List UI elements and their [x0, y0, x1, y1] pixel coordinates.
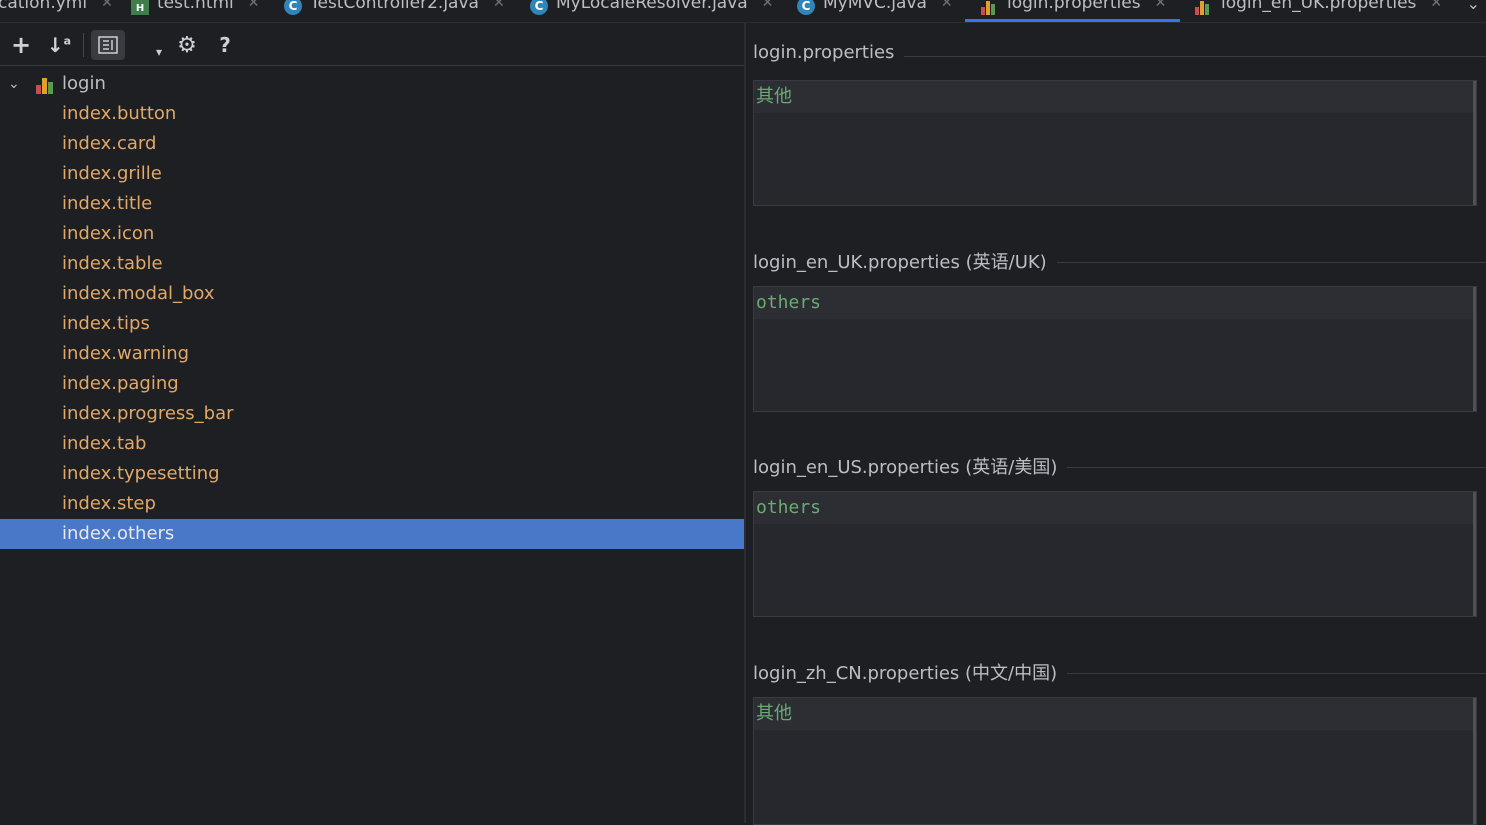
- tab-login-en-uk-properties[interactable]: login_en_UK.properties ✕: [1195, 0, 1442, 22]
- more-options-dropdown[interactable]: ▾: [146, 37, 172, 67]
- section-header: login.properties: [753, 42, 1486, 72]
- scrollbar[interactable]: [1473, 287, 1476, 411]
- section-header: login_en_UK.properties (英语/UK): [753, 248, 1486, 278]
- value-editor[interactable]: others: [753, 491, 1477, 617]
- close-icon[interactable]: ✕: [1155, 0, 1167, 10]
- properties-file-icon: [1195, 0, 1213, 15]
- close-icon[interactable]: ✕: [1430, 0, 1442, 10]
- value-editor[interactable]: 其他: [753, 80, 1477, 206]
- gear-icon: ⚙: [177, 32, 197, 58]
- chevron-down-icon[interactable]: ⌄: [8, 69, 20, 99]
- tree-key-item[interactable]: index.tab: [0, 429, 744, 459]
- add-key-button[interactable]: +: [8, 30, 34, 60]
- help-button[interactable]: ?: [212, 30, 238, 60]
- tab-test-html[interactable]: H test.html ✕: [131, 0, 260, 22]
- tree-key-item[interactable]: index.button: [0, 99, 744, 129]
- close-icon[interactable]: ✕: [248, 0, 260, 10]
- resource-bundle-keys-panel: + ↓a ▾ ⚙ ? ⌄ login index.button index.ca…: [0, 23, 744, 823]
- section-header: login_zh_CN.properties (中文/中国): [753, 659, 1486, 689]
- close-icon[interactable]: ✕: [762, 0, 774, 10]
- section-header: login_en_US.properties (英语/美国): [753, 453, 1486, 483]
- properties-file-icon: [981, 0, 999, 15]
- tree-key-item[interactable]: index.title: [0, 189, 744, 219]
- tree-key-item[interactable]: index.warning: [0, 339, 744, 369]
- scrollbar[interactable]: [1473, 698, 1476, 824]
- value-text[interactable]: 其他: [754, 698, 1476, 730]
- editor-tab-bar: cation.yml ✕ H test.html ✕ C TestControl…: [0, 0, 1486, 23]
- scrollbar[interactable]: [1473, 492, 1476, 616]
- tree-key-item[interactable]: index.typesetting: [0, 459, 744, 489]
- scrollbar[interactable]: [1473, 81, 1476, 205]
- keys-tree: ⌄ login index.button index.card index.gr…: [0, 69, 744, 549]
- tab-label: TestController2.java: [310, 0, 479, 13]
- group-by-prefix-toggle[interactable]: [91, 30, 125, 60]
- group-keys-icon: [98, 36, 118, 54]
- section-title: login_zh_CN.properties (中文/中国): [753, 659, 1068, 685]
- dropdown-arrow-icon: ▾: [155, 45, 163, 59]
- close-icon[interactable]: ✕: [101, 0, 113, 10]
- value-text[interactable]: 其他: [754, 81, 1476, 113]
- tree-root-login[interactable]: ⌄ login: [0, 69, 744, 99]
- tree-key-item[interactable]: index.progress_bar: [0, 399, 744, 429]
- tab-label: MyMVC.java: [823, 0, 927, 13]
- java-class-icon: C: [284, 0, 302, 15]
- tree-key-item-selected[interactable]: index.others: [0, 519, 744, 549]
- locale-section-en-us: login_en_US.properties (英语/美国) others: [753, 453, 1486, 617]
- java-class-icon: C: [797, 0, 815, 15]
- tree-key-item[interactable]: index.card: [0, 129, 744, 159]
- resource-bundle-icon: [36, 74, 53, 94]
- help-icon: ?: [219, 33, 231, 57]
- section-title: login_en_US.properties (英语/美国): [753, 453, 1068, 479]
- tree-key-item[interactable]: index.table: [0, 249, 744, 279]
- tree-key-item[interactable]: index.modal_box: [0, 279, 744, 309]
- tree-root-label: login: [62, 73, 106, 94]
- plus-icon: +: [10, 31, 32, 59]
- tab-label: login_en_UK.properties: [1221, 0, 1417, 13]
- tab-label: test.html: [157, 0, 234, 13]
- sort-alphabetically-icon: ↓a: [46, 33, 72, 57]
- value-editor[interactable]: 其他: [753, 697, 1477, 825]
- tree-key-item[interactable]: index.grille: [0, 159, 744, 189]
- chevron-down-icon[interactable]: ⌄: [1467, 0, 1480, 13]
- tree-key-item[interactable]: index.tips: [0, 309, 744, 339]
- locale-section-default: login.properties 其他: [753, 42, 1486, 206]
- tab-label: MyLocaleResolver.java: [556, 0, 748, 13]
- section-title: login.properties: [753, 42, 905, 63]
- tab-login-properties[interactable]: login.properties ✕: [965, 0, 1181, 22]
- tab-label: cation.yml: [0, 0, 88, 13]
- tree-key-item[interactable]: index.paging: [0, 369, 744, 399]
- tab-mylocaleresolver-java[interactable]: C MyLocaleResolver.java ✕: [530, 0, 773, 22]
- settings-button[interactable]: ⚙: [174, 30, 200, 60]
- value-text[interactable]: others: [754, 287, 1476, 319]
- close-icon[interactable]: ✕: [941, 0, 953, 10]
- tab-testcontroller2-java[interactable]: C TestController2.java ✕: [284, 0, 505, 22]
- locale-section-zh-cn: login_zh_CN.properties (中文/中国) 其他: [753, 659, 1486, 825]
- tab-mymvc-java[interactable]: C MyMVC.java ✕: [797, 0, 953, 22]
- tab-label: login.properties: [1007, 0, 1141, 13]
- tab-application-yml[interactable]: cation.yml ✕: [0, 0, 113, 22]
- keys-toolbar: + ↓a ▾ ⚙ ?: [0, 23, 744, 66]
- tree-key-item[interactable]: index.step: [0, 489, 744, 519]
- locale-section-en-uk: login_en_UK.properties (英语/UK) others: [753, 248, 1486, 412]
- close-icon[interactable]: ✕: [493, 0, 505, 10]
- sort-button[interactable]: ↓a: [46, 30, 72, 60]
- value-text[interactable]: others: [754, 492, 1476, 524]
- tree-key-item[interactable]: index.icon: [0, 219, 744, 249]
- java-class-icon: C: [530, 0, 548, 15]
- section-title: login_en_UK.properties (英语/UK): [753, 248, 1057, 274]
- toolbar-divider: [83, 33, 84, 57]
- value-editor[interactable]: others: [753, 286, 1477, 412]
- html-file-icon: H: [131, 0, 149, 15]
- translations-panel: login.properties 其他 login_en_UK.properti…: [746, 23, 1486, 825]
